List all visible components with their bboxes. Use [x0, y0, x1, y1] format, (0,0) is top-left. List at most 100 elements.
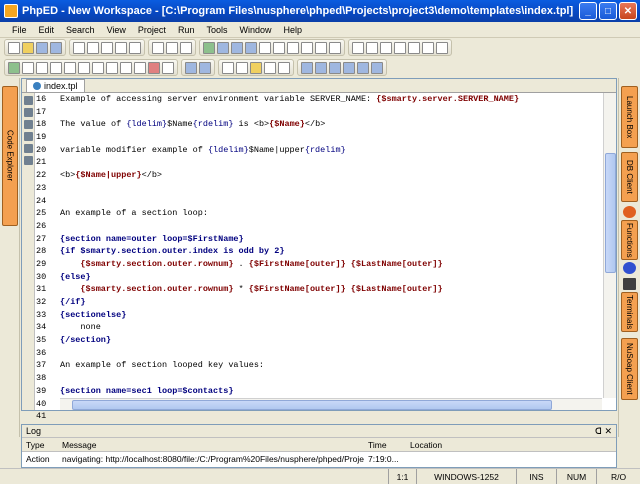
window-icon-5[interactable]	[357, 61, 369, 74]
panel-icon-6[interactable]	[422, 41, 434, 54]
col-time[interactable]: Time	[364, 440, 406, 450]
side-tool-icon-1[interactable]	[24, 96, 33, 105]
find-icon[interactable]	[152, 41, 164, 54]
minimize-button[interactable]: _	[579, 2, 597, 20]
terminal-icon[interactable]	[236, 61, 248, 74]
code-line[interactable]	[60, 106, 602, 119]
new-file-icon[interactable]	[8, 41, 20, 54]
code-line[interactable]: variable modifier example of {ldelim}$Na…	[60, 144, 602, 157]
layout-icon-1[interactable]	[217, 41, 229, 54]
launch-box-tab[interactable]: Launch Box	[621, 86, 638, 148]
code-line[interactable]: {$smarty.section.outer.rownum} . {$First…	[60, 258, 602, 271]
back-icon[interactable]	[185, 61, 197, 74]
side-tool-icon-2[interactable]	[24, 108, 33, 117]
code-line[interactable]: {/section}	[60, 334, 602, 347]
file-tab-index-tpl[interactable]: index.tpl	[26, 79, 85, 92]
debug-icon-4[interactable]	[134, 61, 146, 74]
layout-icon-7[interactable]	[301, 41, 313, 54]
window-icon-2[interactable]	[315, 61, 327, 74]
terminals-tab[interactable]: Terminals	[621, 292, 638, 332]
menu-edit[interactable]: Edit	[39, 25, 55, 35]
save-all-icon[interactable]	[50, 41, 62, 54]
code-line[interactable]: {$smarty.section.outer.rownum} * {$First…	[60, 283, 602, 296]
vertical-scroll-thumb[interactable]	[605, 153, 616, 273]
encoding-indicator[interactable]: WINDOWS-1252	[416, 469, 516, 484]
copy-icon[interactable]	[87, 41, 99, 54]
code-line[interactable]	[60, 372, 602, 385]
col-message[interactable]: Message	[58, 440, 364, 450]
side-tool-icon-5[interactable]	[24, 144, 33, 153]
layout-icon-8[interactable]	[315, 41, 327, 54]
layout-icon-4[interactable]	[259, 41, 271, 54]
stop-icon[interactable]	[148, 61, 160, 74]
panel-icon-5[interactable]	[408, 41, 420, 54]
redo-icon[interactable]	[129, 41, 141, 54]
col-type[interactable]: Type	[22, 440, 58, 450]
highlight-icon[interactable]	[250, 61, 262, 74]
col-location[interactable]: Location	[406, 440, 506, 450]
layout-icon-3[interactable]	[245, 41, 257, 54]
settings-icon[interactable]	[264, 61, 276, 74]
horizontal-scroll-thumb[interactable]	[72, 400, 552, 410]
side-tool-icon-4[interactable]	[24, 132, 33, 141]
cut-icon[interactable]	[73, 41, 85, 54]
code-line[interactable]: An example of a section loop:	[60, 207, 602, 220]
code-line[interactable]: <b>{$Name|upper}</b>	[60, 169, 602, 182]
paste-icon[interactable]	[101, 41, 113, 54]
code-explorer-tab[interactable]: Code Explorer	[2, 86, 18, 226]
tools-icon[interactable]	[222, 61, 234, 74]
functions-tab[interactable]: Functions	[621, 220, 638, 260]
code-line[interactable]	[60, 131, 602, 144]
side-tool-icon-6[interactable]	[24, 156, 33, 165]
code-line[interactable]	[60, 347, 602, 360]
step-over-icon[interactable]	[22, 61, 34, 74]
code-editor[interactable]: index.tpl 16 17 18 19 20 21 22 23 24 25 26 27 28 29 30…	[21, 78, 617, 434]
replace-icon[interactable]	[166, 41, 178, 54]
layout-icon-5[interactable]	[273, 41, 285, 54]
code-line[interactable]	[60, 220, 602, 233]
layout-icon-9[interactable]	[329, 41, 341, 54]
panel-icon-7[interactable]	[436, 41, 448, 54]
panel-icon-1[interactable]	[352, 41, 364, 54]
save-icon[interactable]	[36, 41, 48, 54]
menu-help[interactable]: Help	[283, 25, 302, 35]
debug-icon-3[interactable]	[120, 61, 132, 74]
step-out-icon[interactable]	[64, 61, 76, 74]
code-line[interactable]: {sectionelse}	[60, 309, 602, 322]
menu-tools[interactable]: Tools	[206, 25, 227, 35]
db-client-tab[interactable]: DB Client	[621, 152, 638, 202]
debug-icon-1[interactable]	[92, 61, 104, 74]
layout-icon-2[interactable]	[231, 41, 243, 54]
pause-icon[interactable]	[50, 61, 62, 74]
debug-icon-2[interactable]	[106, 61, 118, 74]
window-icon-4[interactable]	[343, 61, 355, 74]
run-to-cursor-icon[interactable]	[78, 61, 90, 74]
menu-window[interactable]: Window	[239, 25, 271, 35]
open-folder-icon[interactable]	[22, 41, 34, 54]
help-icon[interactable]	[623, 262, 636, 274]
menu-search[interactable]: Search	[66, 25, 95, 35]
menu-run[interactable]: Run	[178, 25, 195, 35]
vertical-scrollbar[interactable]	[603, 93, 616, 398]
maximize-button[interactable]: □	[599, 2, 617, 20]
code-line[interactable]: Example of accessing server environment …	[60, 93, 602, 106]
magnifier-icon[interactable]	[278, 61, 290, 74]
code-line[interactable]	[60, 156, 602, 169]
menu-file[interactable]: File	[12, 25, 27, 35]
menu-project[interactable]: Project	[138, 25, 166, 35]
find-in-files-icon[interactable]	[180, 41, 192, 54]
window-icon-6[interactable]	[371, 61, 383, 74]
code-line[interactable]: An example of section looped key values:	[60, 359, 602, 372]
close-button[interactable]: ✕	[619, 2, 637, 20]
view-icon[interactable]	[203, 41, 215, 54]
forward-icon[interactable]	[199, 61, 211, 74]
window-icon-3[interactable]	[329, 61, 341, 74]
code-line[interactable]: none	[60, 321, 602, 334]
log-row[interactable]: Action navigating: http://localhost:8080…	[22, 452, 616, 466]
code-line[interactable]	[60, 195, 602, 208]
run-icon[interactable]	[8, 61, 20, 74]
breakpoint-icon[interactable]	[162, 61, 174, 74]
nusoap-client-tab[interactable]: NuSoap Client	[621, 338, 638, 400]
code-line[interactable]: {section name=outer loop=$FirstName}	[60, 233, 602, 246]
step-into-icon[interactable]	[36, 61, 48, 74]
